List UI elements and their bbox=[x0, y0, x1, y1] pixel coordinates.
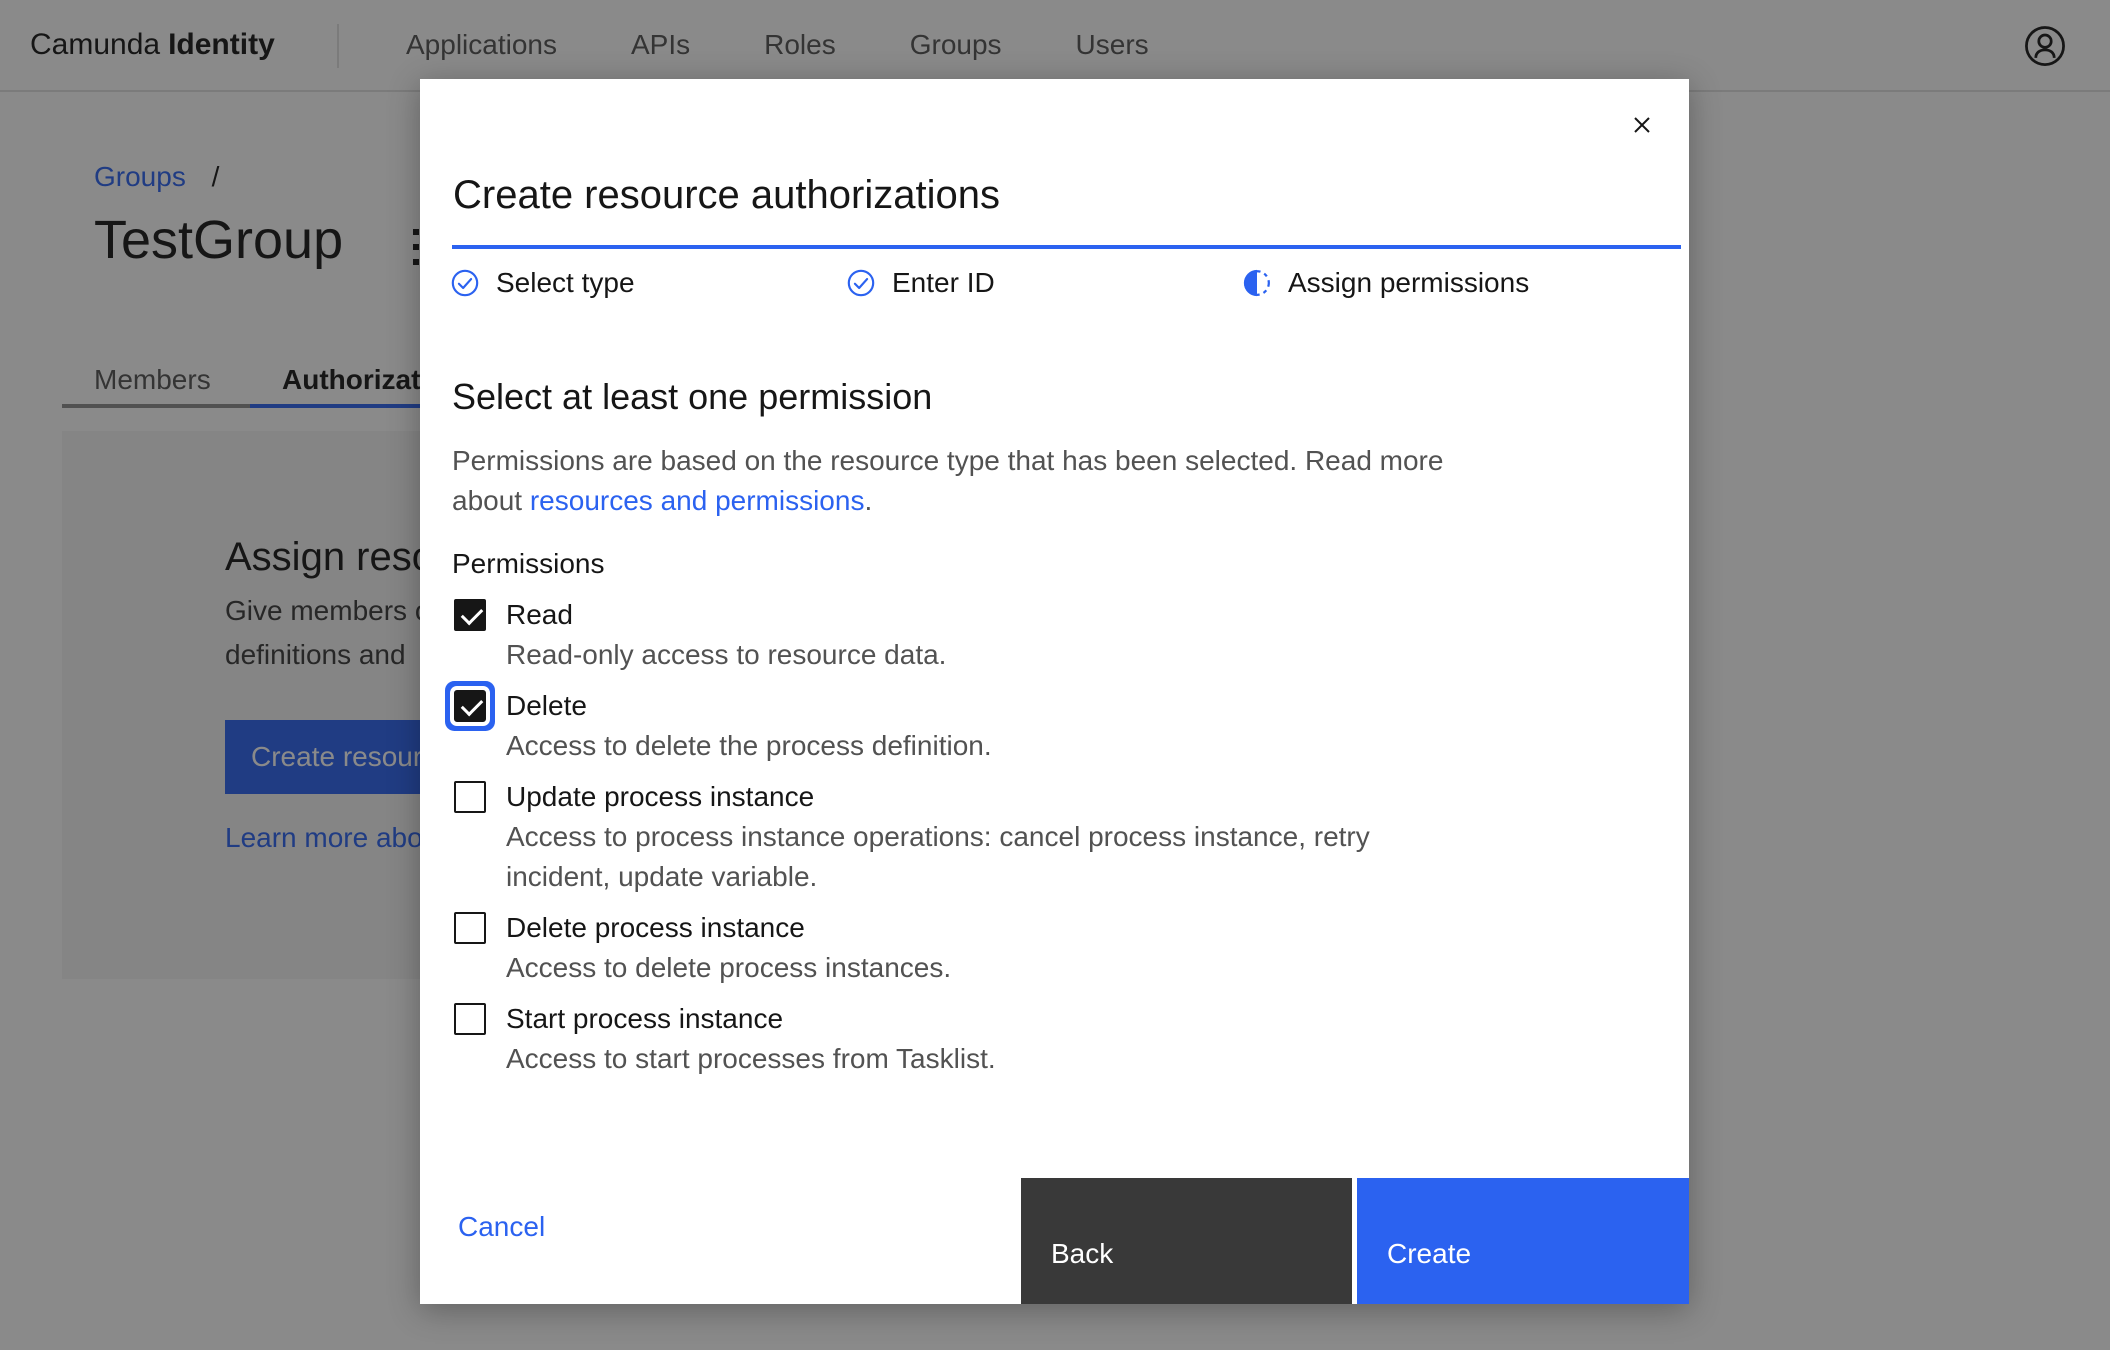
modal-section-heading: Select at least one permission bbox=[452, 376, 933, 417]
start-process-instance-checkbox[interactable] bbox=[454, 1003, 486, 1035]
create-button[interactable]: Create bbox=[1357, 1178, 1689, 1304]
update-process-instance-checkbox[interactable] bbox=[454, 781, 486, 813]
permission-description: Access to process instance operations: c… bbox=[506, 821, 1370, 892]
permission-label[interactable]: Delete bbox=[506, 686, 992, 726]
permission-label[interactable]: Delete process instance bbox=[506, 908, 951, 948]
back-button[interactable]: Back bbox=[1021, 1178, 1352, 1304]
step-label: Select type bbox=[496, 267, 635, 298]
create-resource-authorizations-modal: Create resource authorizations Select ty… bbox=[420, 79, 1689, 1304]
step-label: Enter ID bbox=[892, 267, 995, 298]
permission-label[interactable]: Update process instance bbox=[506, 777, 1446, 817]
progress-indicator-line bbox=[452, 245, 1681, 249]
description-period: . bbox=[864, 485, 873, 516]
modal-description: Permissions are based on the resource ty… bbox=[452, 441, 1492, 521]
step-select-type[interactable]: Select type bbox=[450, 267, 846, 299]
resources-permissions-link[interactable]: resources and permissions bbox=[530, 485, 865, 516]
step-enter-id[interactable]: Enter ID bbox=[846, 267, 1242, 299]
delete-checkbox[interactable] bbox=[454, 690, 486, 722]
permission-description: Access to delete process instances. bbox=[506, 952, 952, 983]
progress-steps: Select type Enter ID Assign permissions bbox=[450, 267, 1638, 299]
permission-row-delete: Delete Access to delete the process defi… bbox=[454, 686, 1554, 766]
permission-row-update-process-instance: Update process instance Access to proces… bbox=[454, 777, 1554, 897]
close-icon bbox=[1634, 117, 1650, 133]
permission-description: Read-only access to resource data. bbox=[506, 639, 947, 670]
delete-process-instance-checkbox[interactable] bbox=[454, 912, 486, 944]
modal-title: Create resource authorizations bbox=[453, 173, 1000, 217]
check-circle-icon bbox=[847, 269, 875, 297]
read-checkbox[interactable] bbox=[454, 599, 486, 631]
modal-footer: Cancel Back Create bbox=[420, 1178, 1689, 1304]
half-filled-circle-icon bbox=[1243, 269, 1270, 297]
permissions-list: Read Read-only access to resource data. … bbox=[454, 595, 1554, 1090]
permission-description: Access to delete the process definition. bbox=[506, 730, 992, 761]
permission-label[interactable]: Read bbox=[506, 595, 946, 635]
close-button[interactable] bbox=[1620, 103, 1664, 147]
step-assign-permissions[interactable]: Assign permissions bbox=[1242, 267, 1638, 299]
check-circle-icon bbox=[451, 269, 479, 297]
step-label: Assign permissions bbox=[1288, 267, 1530, 298]
permission-row-read: Read Read-only access to resource data. bbox=[454, 595, 1554, 675]
permission-description: Access to start processes from Tasklist. bbox=[506, 1043, 996, 1074]
permission-label[interactable]: Start process instance bbox=[506, 999, 996, 1039]
permission-row-delete-process-instance: Delete process instance Access to delete… bbox=[454, 908, 1554, 988]
permission-row-start-process-instance: Start process instance Access to start p… bbox=[454, 999, 1554, 1079]
cancel-link[interactable]: Cancel bbox=[458, 1210, 545, 1244]
permissions-group-label: Permissions bbox=[452, 548, 605, 579]
